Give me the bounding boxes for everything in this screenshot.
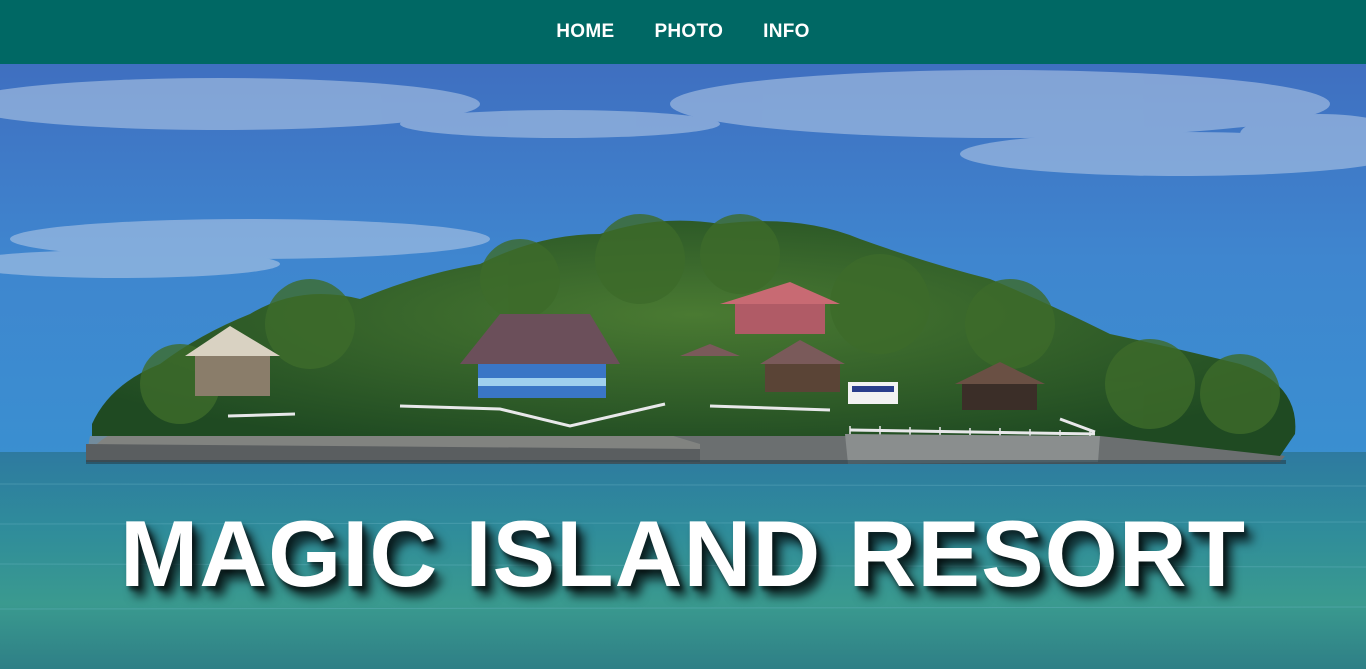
hero-title: MAGIC ISLAND RESORT (119, 501, 1247, 606)
nav-link-photo[interactable]: PHOTO (654, 21, 723, 43)
nav-link-home[interactable]: HOME (556, 21, 614, 43)
hero-banner: MAGIC ISLAND RESORT (0, 64, 1366, 669)
top-navbar: HOME PHOTO INFO (0, 0, 1366, 64)
nav-link-info[interactable]: INFO (763, 21, 810, 43)
